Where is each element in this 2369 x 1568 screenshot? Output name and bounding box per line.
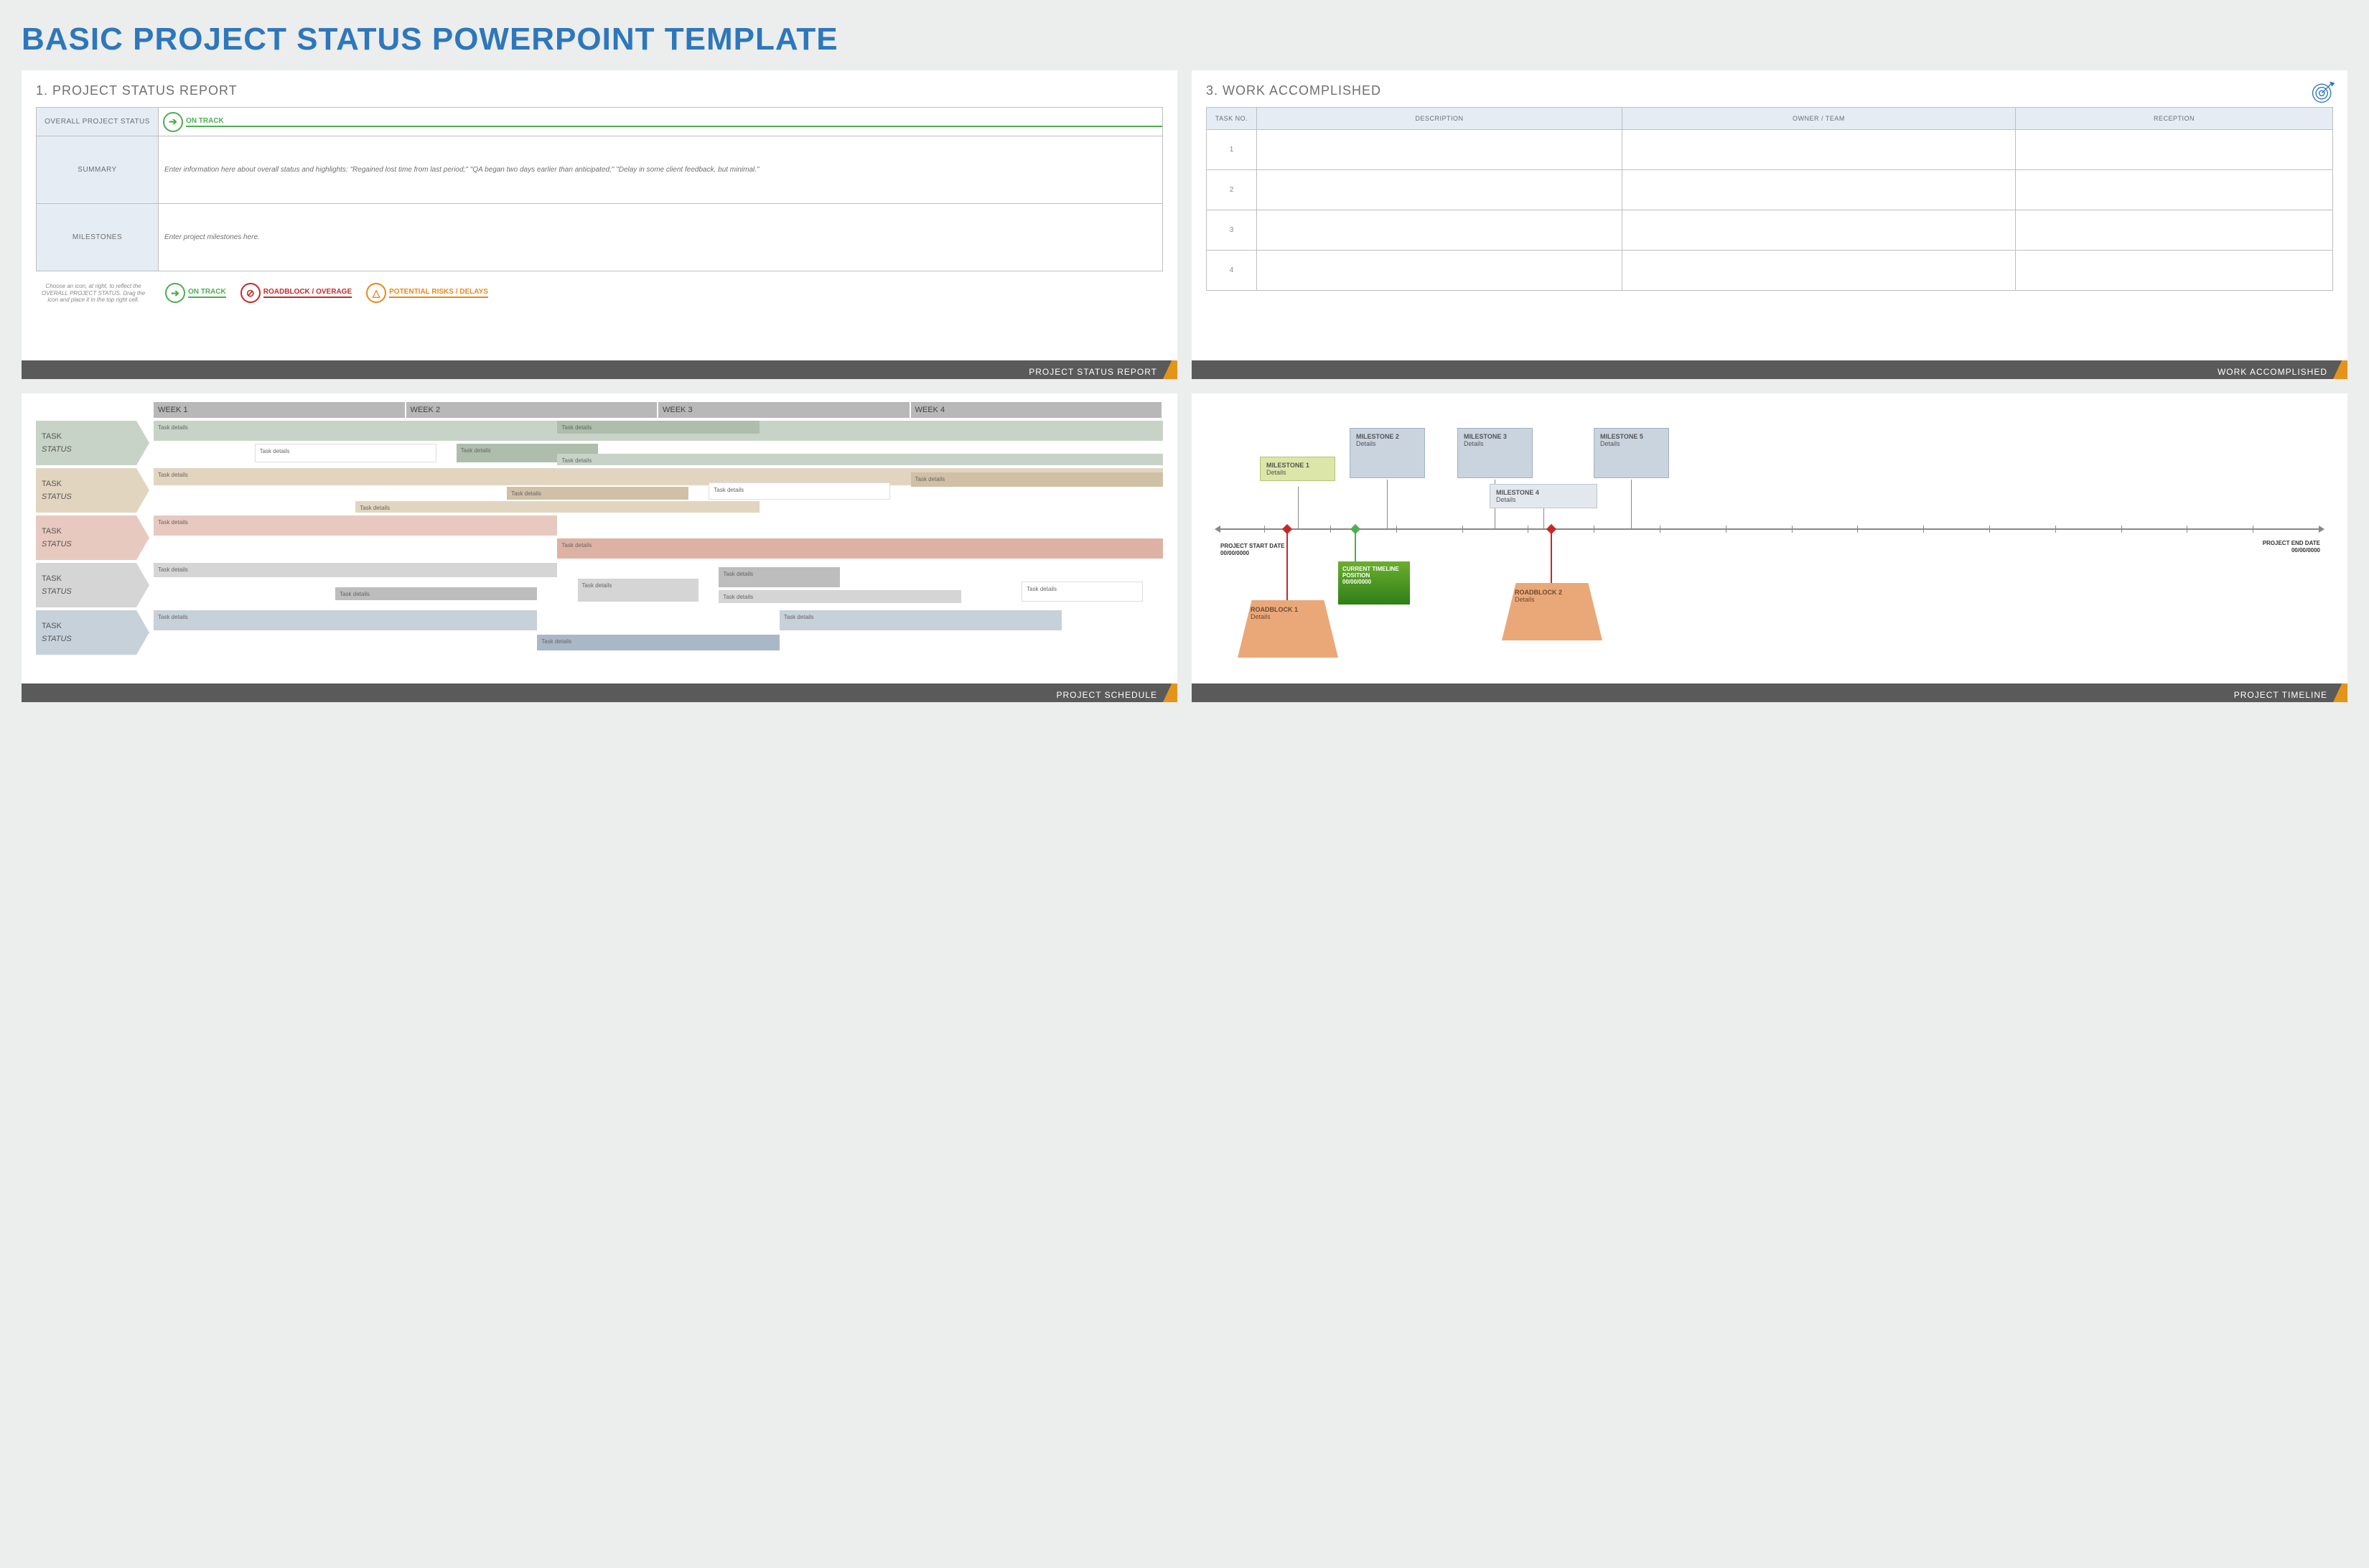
arrow-right-icon: ➔ bbox=[163, 112, 183, 132]
task-block[interactable]: TASKSTATUS bbox=[36, 563, 136, 607]
slide-footer: PROJECT SCHEDULE bbox=[22, 683, 1177, 702]
task-block[interactable]: TASKSTATUS bbox=[36, 421, 136, 465]
task-block[interactable]: TASKSTATUS bbox=[36, 610, 136, 655]
status-label: ON TRACK bbox=[186, 117, 1162, 127]
milestone-card[interactable]: MILESTONE 2Details bbox=[1350, 428, 1425, 478]
milestone-card[interactable]: MILESTONE 3Details bbox=[1457, 428, 1533, 478]
table-row[interactable]: 1 bbox=[1207, 130, 2333, 170]
milestone-card[interactable]: MILESTONE 5Details bbox=[1594, 428, 1669, 478]
gantt-bar[interactable]: Task details bbox=[154, 610, 537, 630]
gantt-bar[interactable]: Task details bbox=[719, 567, 840, 587]
roadblock-card[interactable]: ROADBLOCK 2Details bbox=[1502, 583, 1602, 640]
arrow-right-icon: ➔ bbox=[165, 283, 185, 303]
overall-status-label: OVERALL PROJECT STATUS bbox=[37, 108, 159, 136]
axis-end-label: PROJECT END DATE00/00/0000 bbox=[2263, 540, 2320, 555]
slide-heading: 1. PROJECT STATUS REPORT bbox=[36, 83, 1163, 98]
slides-grid: 1. PROJECT STATUS REPORT OVERALL PROJECT… bbox=[22, 70, 2347, 702]
gantt-bar[interactable]: Task details bbox=[557, 538, 1163, 559]
milestones-label: MILESTONES bbox=[37, 204, 159, 271]
overall-status-cell[interactable]: ➔ ON TRACK bbox=[159, 108, 1163, 136]
timeline-area: MILESTONE 1Details MILESTONE 2Details MI… bbox=[1206, 406, 2333, 672]
page-title: BASIC PROJECT STATUS POWERPOINT TEMPLATE bbox=[22, 22, 2347, 57]
summary-cell[interactable]: Enter information here about overall sta… bbox=[159, 136, 1163, 204]
current-line bbox=[1355, 533, 1356, 561]
summary-label: SUMMARY bbox=[37, 136, 159, 204]
status-legend: Choose an icon, at right, to reflect the… bbox=[36, 283, 1163, 304]
axis-start-label: PROJECT START DATE00/00/0000 bbox=[1220, 543, 1284, 558]
gantt-bar[interactable]: Task details bbox=[719, 590, 961, 603]
slide-footer: PROJECT STATUS REPORT bbox=[22, 360, 1177, 379]
table-row[interactable]: 3 bbox=[1207, 210, 2333, 251]
slide-timeline: MILESTONE 1Details MILESTONE 2Details MI… bbox=[1192, 393, 2347, 702]
milestone-card[interactable]: MILESTONE 4Details bbox=[1490, 484, 1597, 508]
arrow-left-icon bbox=[1215, 526, 1220, 533]
table-row[interactable]: 4 bbox=[1207, 251, 2333, 291]
gantt-row: Task details Task details Task details T… bbox=[154, 421, 1163, 465]
slide-work-accomplished: 3. WORK ACCOMPLISHED TASK NO. DESCRIPTIO… bbox=[1192, 70, 2347, 379]
status-table: OVERALL PROJECT STATUS ➔ ON TRACK SUMMAR… bbox=[36, 107, 1163, 271]
gantt-bar[interactable]: Task details bbox=[557, 454, 1163, 465]
col-reception: RECEPTION bbox=[2015, 108, 2332, 130]
milestone-card[interactable]: MILESTONE 1Details bbox=[1260, 457, 1335, 481]
gantt-bar[interactable]: Task details bbox=[709, 482, 890, 500]
status-roadblock[interactable]: ⊘ ROADBLOCK / OVERAGE bbox=[240, 283, 352, 303]
gantt-bar[interactable]: Task details bbox=[355, 501, 759, 513]
roadblock-line bbox=[1551, 533, 1552, 583]
week-header: WEEK 1WEEK 2WEEK 3WEEK 4 bbox=[154, 402, 1163, 418]
gantt-bar[interactable]: Task details bbox=[154, 515, 557, 536]
gantt-bar[interactable]: Task details bbox=[537, 635, 779, 650]
target-icon bbox=[2310, 79, 2336, 105]
gantt-bar[interactable]: Task details bbox=[911, 472, 1164, 487]
slide-schedule: TASKSTATUS TASKSTATUS TASKSTATUS TASKSTA… bbox=[22, 393, 1177, 702]
col-owner: OWNER / TEAM bbox=[1622, 108, 2015, 130]
gantt-bar[interactable]: Task details bbox=[1022, 582, 1143, 602]
roadblock-card[interactable]: ROADBLOCK 1Details bbox=[1238, 600, 1338, 658]
gantt-bar[interactable]: Task details bbox=[578, 579, 699, 602]
slide-status-report: 1. PROJECT STATUS REPORT OVERALL PROJECT… bbox=[22, 70, 1177, 379]
gantt-bar[interactable]: Task details bbox=[557, 421, 759, 434]
gantt-bar[interactable]: Task details bbox=[255, 444, 436, 462]
col-description: DESCRIPTION bbox=[1257, 108, 1622, 130]
gantt-bar[interactable]: Task details bbox=[780, 610, 1062, 630]
milestones-cell[interactable]: Enter project milestones here. bbox=[159, 204, 1163, 271]
work-table: TASK NO. DESCRIPTION OWNER / TEAM RECEPT… bbox=[1206, 107, 2333, 291]
gantt-bar[interactable]: Task details bbox=[154, 563, 557, 577]
roadblock-line bbox=[1286, 533, 1288, 601]
slide-footer: WORK ACCOMPLISHED bbox=[1192, 360, 2347, 379]
timeline-axis bbox=[1220, 528, 2319, 530]
gantt-bar[interactable]: Task details bbox=[507, 487, 688, 500]
stop-icon: ⊘ bbox=[240, 283, 261, 303]
task-labels-col: TASKSTATUS TASKSTATUS TASKSTATUS TASKSTA… bbox=[36, 402, 136, 668]
status-risks[interactable]: △ POTENTIAL RISKS / DELAYS bbox=[366, 283, 488, 303]
slide-footer: PROJECT TIMELINE bbox=[1192, 683, 2347, 702]
col-task-no: TASK NO. bbox=[1207, 108, 1257, 130]
task-block[interactable]: TASKSTATUS bbox=[36, 468, 136, 513]
table-row[interactable]: 2 bbox=[1207, 170, 2333, 210]
gantt-area: WEEK 1WEEK 2WEEK 3WEEK 4 Task details Ta… bbox=[154, 402, 1163, 668]
current-position[interactable]: CURRENT TIMELINE POSITION 00/00/0000 bbox=[1338, 561, 1410, 605]
legend-hint: Choose an icon, at right, to reflect the… bbox=[36, 283, 151, 304]
warning-icon: △ bbox=[366, 283, 386, 303]
slide-heading: 3. WORK ACCOMPLISHED bbox=[1206, 83, 2333, 98]
arrow-right-icon bbox=[2319, 526, 2324, 533]
status-on-track[interactable]: ➔ ON TRACK bbox=[165, 283, 226, 303]
task-block[interactable]: TASKSTATUS bbox=[36, 515, 136, 560]
gantt-bar[interactable]: Task details bbox=[335, 587, 537, 600]
